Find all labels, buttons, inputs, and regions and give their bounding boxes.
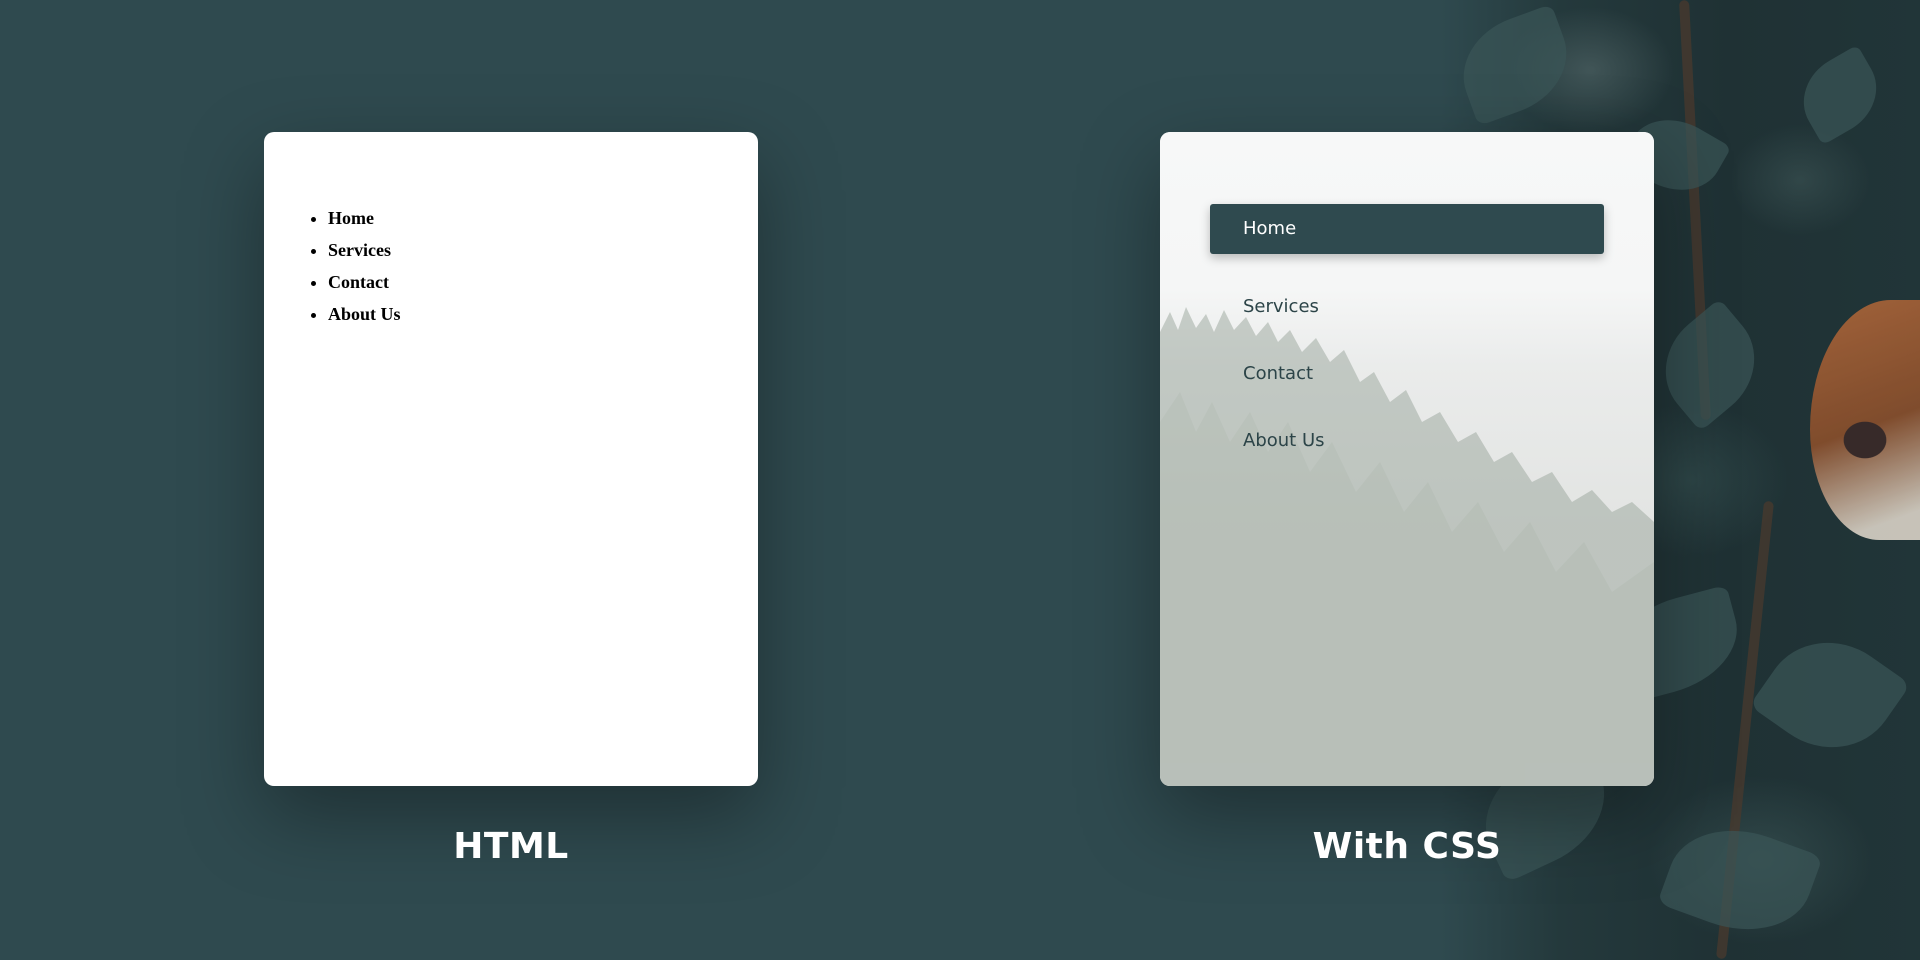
- leaf: [1447, 3, 1583, 127]
- html-card: Home Services Contact About Us: [264, 132, 758, 786]
- leaf: [1642, 298, 1778, 432]
- plain-nav-item[interactable]: Services: [328, 238, 401, 262]
- plain-nav-list: Home Services Contact About Us: [306, 206, 401, 334]
- tiger-face: [1810, 300, 1920, 540]
- styled-nav-list: Home Services Contact About Us: [1210, 204, 1604, 483]
- menu-item-contact[interactable]: Contact: [1210, 349, 1604, 399]
- css-card: Home Services Contact About Us: [1160, 132, 1654, 786]
- css-caption: With CSS: [1312, 826, 1502, 867]
- leaf: [1749, 615, 1911, 775]
- menu-item-home[interactable]: Home: [1210, 204, 1604, 254]
- menu-item-services[interactable]: Services: [1210, 282, 1604, 332]
- plain-nav-item[interactable]: Home: [328, 206, 401, 230]
- plain-nav-item[interactable]: About Us: [328, 302, 401, 326]
- menu-item-about-us[interactable]: About Us: [1210, 416, 1604, 466]
- leaf: [1657, 809, 1823, 951]
- html-caption: HTML: [453, 826, 569, 867]
- plain-nav-item[interactable]: Contact: [328, 270, 401, 294]
- leaf: [1787, 44, 1893, 146]
